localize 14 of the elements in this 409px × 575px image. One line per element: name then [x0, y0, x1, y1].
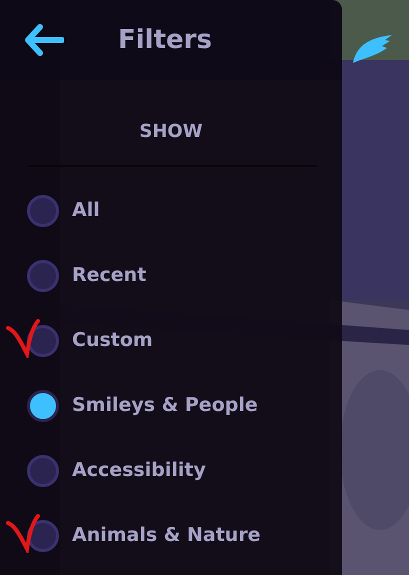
- radio-button[interactable]: [27, 194, 59, 226]
- radio-button[interactable]: [27, 260, 59, 292]
- section-heading: SHOW: [139, 121, 203, 142]
- radio-button[interactable]: [27, 390, 59, 422]
- option-label[interactable]: All: [72, 196, 100, 225]
- option-label[interactable]: Animals & Nature: [72, 521, 261, 550]
- option-label[interactable]: Custom: [72, 326, 153, 355]
- option-label[interactable]: Smileys & People: [72, 391, 258, 420]
- radio-button[interactable]: [27, 454, 59, 486]
- feather-icon[interactable]: [352, 34, 392, 64]
- option-label[interactable]: Accessibility: [72, 456, 206, 485]
- option-label[interactable]: Recent: [72, 261, 146, 290]
- back-arrow-icon[interactable]: [24, 24, 64, 56]
- panel-title: Filters: [118, 24, 212, 56]
